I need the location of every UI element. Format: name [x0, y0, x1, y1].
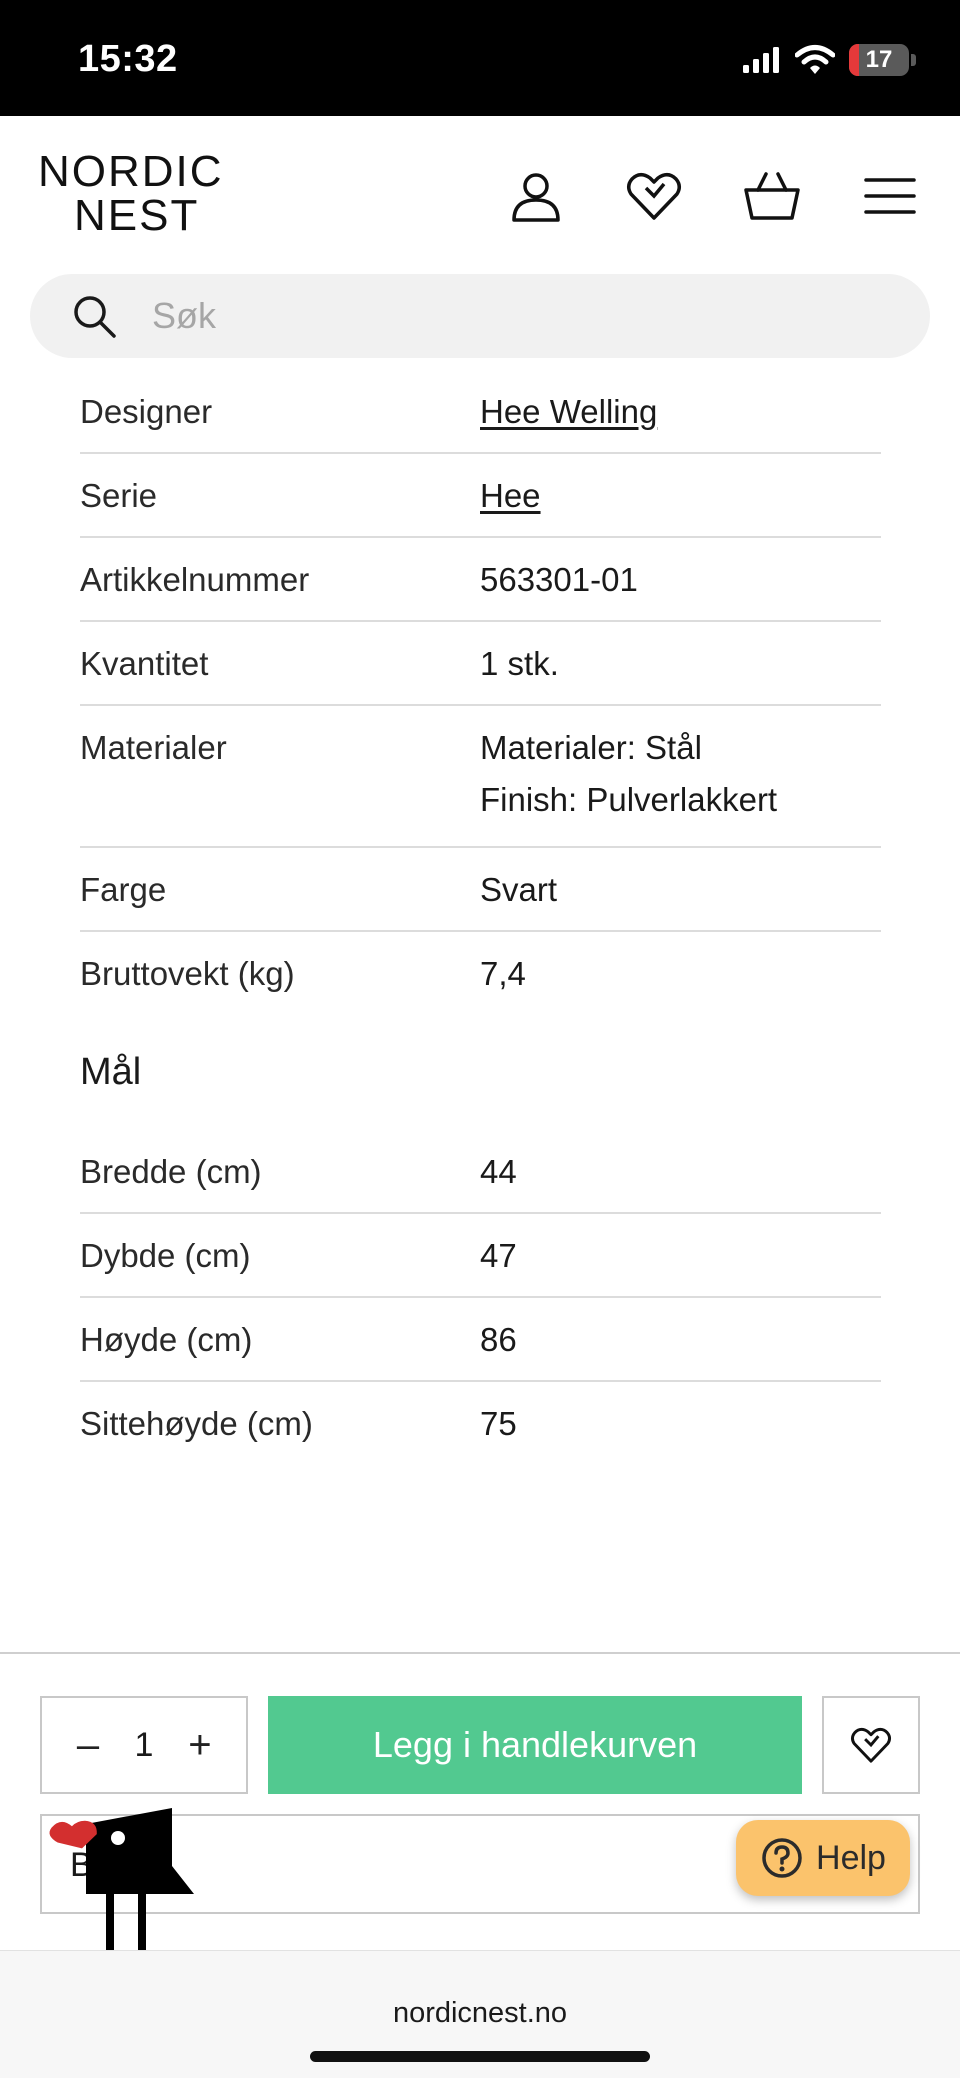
add-to-wishlist-button[interactable]: [822, 1696, 920, 1794]
spec-value: Svart: [480, 871, 558, 908]
spec-row-designer: Designer Hee Welling: [80, 370, 881, 454]
spec-value: Hee: [480, 476, 881, 516]
spec-value: 7,4: [480, 955, 526, 992]
battery-cap: [911, 54, 916, 66]
spec-row-gross-weight: Bruttovekt (kg) 7,4: [80, 932, 881, 1016]
help-button[interactable]: Help: [736, 1820, 910, 1896]
spec-value: Hee Welling: [480, 392, 881, 432]
designer-link[interactable]: Hee Welling: [480, 393, 657, 430]
spec-row-article-number: Artikkelnummer 563301-01: [80, 538, 881, 622]
spec-label: Designer: [80, 393, 213, 430]
spec-value-line: Finish: Pulverlakkert: [480, 781, 778, 818]
battery-icon: 17: [849, 44, 909, 76]
spec-row-materials: Materialer Materialer: Stål Finish: Pulv…: [80, 706, 881, 848]
spec-value-line: Materialer: Stål: [480, 729, 702, 766]
add-to-cart-button[interactable]: Legg i handlekurven: [268, 1696, 802, 1794]
spec-label: Artikkelnummer: [80, 561, 310, 598]
wifi-icon: [795, 45, 835, 74]
menu-icon[interactable]: [858, 164, 922, 228]
spec-label: Sittehøyde (cm): [80, 1405, 313, 1442]
status-time: 15:32: [78, 38, 178, 80]
status-icons: 17: [741, 44, 916, 76]
spec-value: 44: [480, 1153, 517, 1190]
logo-line2: NEST: [74, 191, 200, 240]
decrease-quantity-button[interactable]: –: [68, 1725, 108, 1765]
spec-row-quantity: Kvantitet 1 stk.: [80, 622, 881, 706]
home-indicator: [310, 2051, 650, 2062]
spec-value: 563301-01: [480, 561, 638, 598]
spec-value: 86: [480, 1321, 517, 1358]
spec-value: 75: [480, 1405, 517, 1442]
spec-label: Bruttovekt (kg): [80, 955, 295, 992]
logo-line1: NORDIC: [38, 147, 224, 196]
status-bar: 15:32 17: [0, 0, 960, 116]
account-icon[interactable]: [504, 164, 568, 228]
cellular-signal-icon: [743, 47, 779, 73]
nordic-nest-logo[interactable]: NORDIC NEST: [38, 150, 224, 238]
spec-label: Dybde (cm): [80, 1237, 251, 1274]
question-circle-icon: [762, 1838, 802, 1878]
quantity-value[interactable]: 1: [135, 1726, 154, 1765]
spec-row-series: Serie Hee: [80, 454, 881, 538]
dim-row-depth: Dybde (cm) 47: [80, 1214, 881, 1298]
site-header: NORDIC NEST: [0, 116, 960, 270]
search-bar[interactable]: [30, 274, 930, 358]
quantity-stepper: – 1 +: [40, 1696, 248, 1794]
spec-value: 1 stk.: [480, 645, 559, 682]
basket-icon[interactable]: [740, 164, 804, 228]
dim-row-height: Høyde (cm) 86: [80, 1298, 881, 1382]
spec-label: Serie: [80, 477, 158, 514]
dimensions-heading: Mål: [80, 1051, 142, 1093]
spec-row-color: Farge Svart: [80, 848, 881, 932]
browser-url-bar[interactable]: nordicnest.no: [0, 1950, 960, 2078]
wishlist-heart-icon[interactable]: [622, 164, 686, 228]
increase-quantity-button[interactable]: +: [180, 1725, 220, 1765]
series-link[interactable]: Hee: [480, 477, 541, 514]
spec-label: Materialer: [80, 729, 227, 766]
spec-label: Bredde (cm): [80, 1153, 262, 1190]
spec-label: Høyde (cm): [80, 1321, 253, 1358]
spec-label: Kvantitet: [80, 645, 209, 682]
spec-value: Materialer: Stål Finish: Pulverlakkert: [480, 722, 881, 826]
url-text[interactable]: nordicnest.no: [0, 1997, 960, 2030]
product-specifications: Designer Hee Welling Serie Hee Artikkeln…: [80, 370, 881, 1466]
dim-row-seat-height: Sittehøyde (cm) 75: [80, 1382, 881, 1466]
bird-mascot-icon: [49, 1808, 194, 1954]
spec-value: 47: [480, 1237, 517, 1274]
heart-icon: [851, 1727, 891, 1763]
search-icon: [74, 296, 116, 338]
battery-level: 17: [865, 46, 893, 73]
spec-label: Farge: [80, 871, 167, 908]
help-label: Help: [816, 1838, 886, 1877]
search-input[interactable]: [152, 295, 852, 337]
dim-row-width: Bredde (cm) 44: [80, 1130, 881, 1214]
